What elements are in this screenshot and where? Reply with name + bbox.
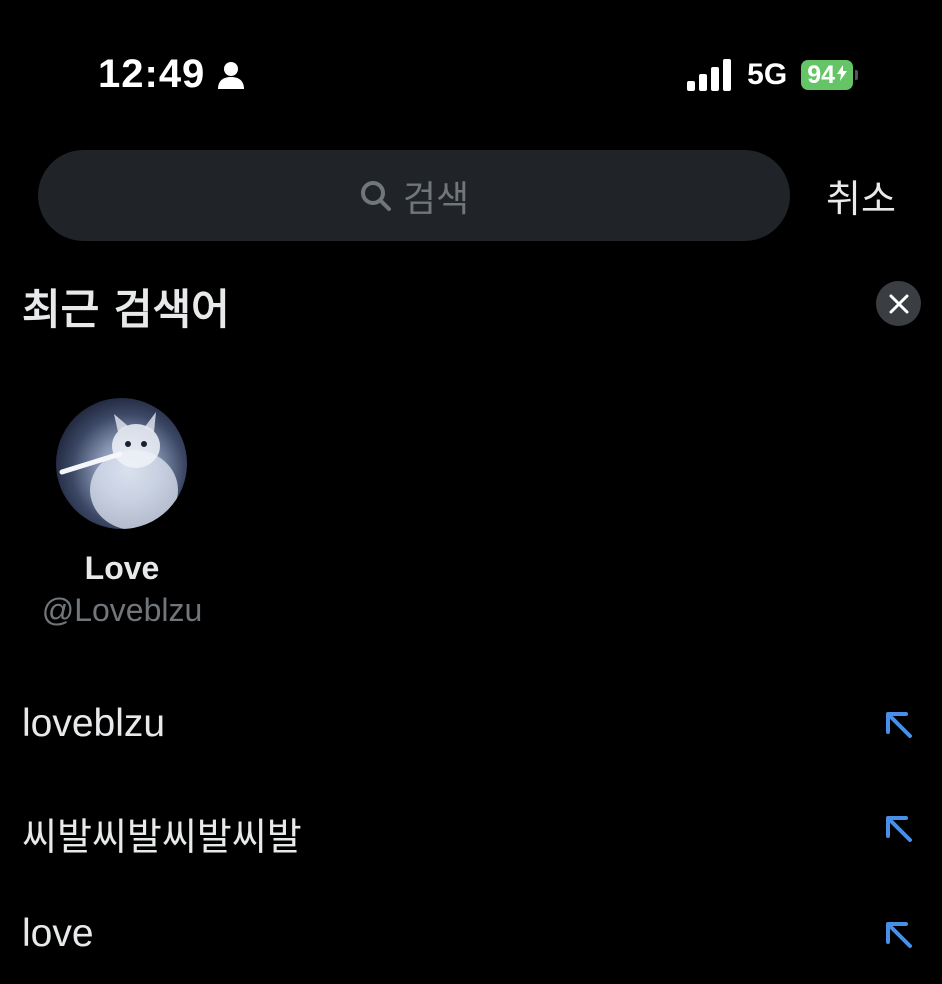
search-placeholder: 검색	[402, 178, 470, 220]
person-icon	[217, 60, 245, 90]
search-input[interactable]: 검색	[38, 150, 790, 241]
recent-query-text: loveblzu	[22, 702, 166, 745]
cancel-button[interactable]: 취소	[826, 168, 896, 223]
avatar	[56, 398, 187, 529]
arrow-up-left-icon[interactable]	[880, 706, 916, 742]
recent-query-row[interactable]: 씨발씨발씨발씨발	[0, 778, 942, 878]
network-type: 5G	[747, 58, 788, 91]
search-icon	[359, 179, 393, 213]
recent-query-row[interactable]: love	[0, 884, 942, 984]
close-icon	[889, 294, 908, 313]
search-input-content: 검색	[359, 170, 469, 222]
status-bar: 12:49 5G 94	[0, 0, 942, 150]
account-name: Love	[84, 550, 160, 586]
battery-body: 94	[801, 60, 853, 90]
recent-searches-title: 최근 검색어	[22, 285, 230, 334]
account-handle: @Loveblzu	[41, 592, 203, 628]
charging-bolt-icon	[837, 64, 847, 86]
arrow-up-left-icon[interactable]	[880, 916, 916, 952]
status-indicators: 5G 94	[687, 58, 858, 92]
cat-avatar-image	[59, 412, 178, 529]
recent-query-text: 씨발씨발씨발씨발	[22, 815, 302, 859]
battery-level: 94	[807, 60, 835, 89]
clear-recent-button[interactable]	[876, 281, 921, 326]
status-time-group: 12:49	[98, 52, 245, 97]
battery-cap	[855, 70, 858, 80]
arrow-up-left-icon[interactable]	[880, 810, 916, 846]
recent-account[interactable]: Love @Loveblzu	[30, 398, 214, 638]
battery-indicator: 94	[801, 60, 858, 90]
recent-query-row[interactable]: loveblzu	[0, 674, 942, 774]
signal-icon	[687, 59, 733, 91]
recent-query-text: love	[22, 912, 94, 955]
status-time: 12:49	[98, 52, 206, 96]
